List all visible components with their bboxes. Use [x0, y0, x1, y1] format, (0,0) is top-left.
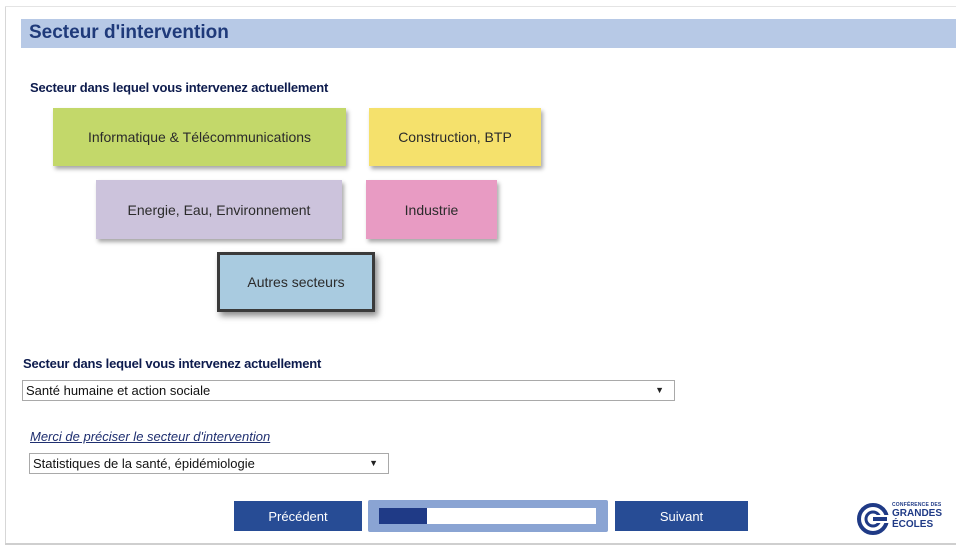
tile-label: Industrie: [404, 201, 459, 218]
chevron-down-icon: ▼: [655, 385, 664, 395]
tile-label: Energie, Eau, Environnement: [127, 201, 311, 218]
precision-link[interactable]: Merci de préciser le secteur d'intervent…: [30, 429, 270, 444]
tile-construction[interactable]: Construction, BTP: [369, 108, 541, 166]
sector-select-value: Santé humaine et action sociale: [26, 383, 211, 398]
frame-border: [5, 6, 6, 544]
grandes-ecoles-logo: CONFÉRENCE DES GRANDES ÉCOLES: [854, 499, 954, 539]
chevron-down-icon: ▼: [369, 458, 378, 468]
tile-label: Construction, BTP: [398, 129, 512, 145]
tile-label: Autres secteurs: [247, 274, 345, 290]
section-header: Secteur d'intervention: [21, 19, 956, 48]
sub-sector-select-value: Statistiques de la santé, épidémiologie: [33, 456, 255, 471]
tile-energie[interactable]: Energie, Eau, Environnement: [96, 180, 342, 239]
logo-mark-icon: [857, 503, 889, 535]
survey-page: Secteur d'intervention Secteur dans lequ…: [0, 0, 956, 547]
progress-track: [379, 508, 596, 524]
progress-bar: [368, 500, 608, 532]
tile-label: Informatique & Télécommunications: [87, 129, 312, 145]
previous-button[interactable]: Précédent: [234, 501, 362, 531]
question-label: Secteur dans lequel vous intervenez actu…: [30, 80, 329, 95]
logo-text: ÉCOLES: [892, 519, 934, 530]
logo-text: GRANDES: [892, 508, 943, 519]
sub-sector-select[interactable]: Statistiques de la santé, épidémiologie …: [29, 453, 389, 474]
page-title: Secteur d'intervention: [29, 22, 229, 43]
tile-autres-secteurs[interactable]: Autres secteurs: [217, 252, 375, 312]
frame-border: [5, 543, 956, 545]
tile-informatique[interactable]: Informatique & Télécommunications: [53, 108, 346, 166]
frame-border: [5, 6, 956, 7]
next-button[interactable]: Suivant: [615, 501, 748, 531]
question-label: Secteur dans lequel vous intervenez actu…: [23, 356, 322, 371]
sector-select[interactable]: Santé humaine et action sociale ▼: [22, 380, 675, 401]
tile-industrie[interactable]: Industrie: [366, 180, 497, 239]
progress-fill: [379, 508, 427, 524]
